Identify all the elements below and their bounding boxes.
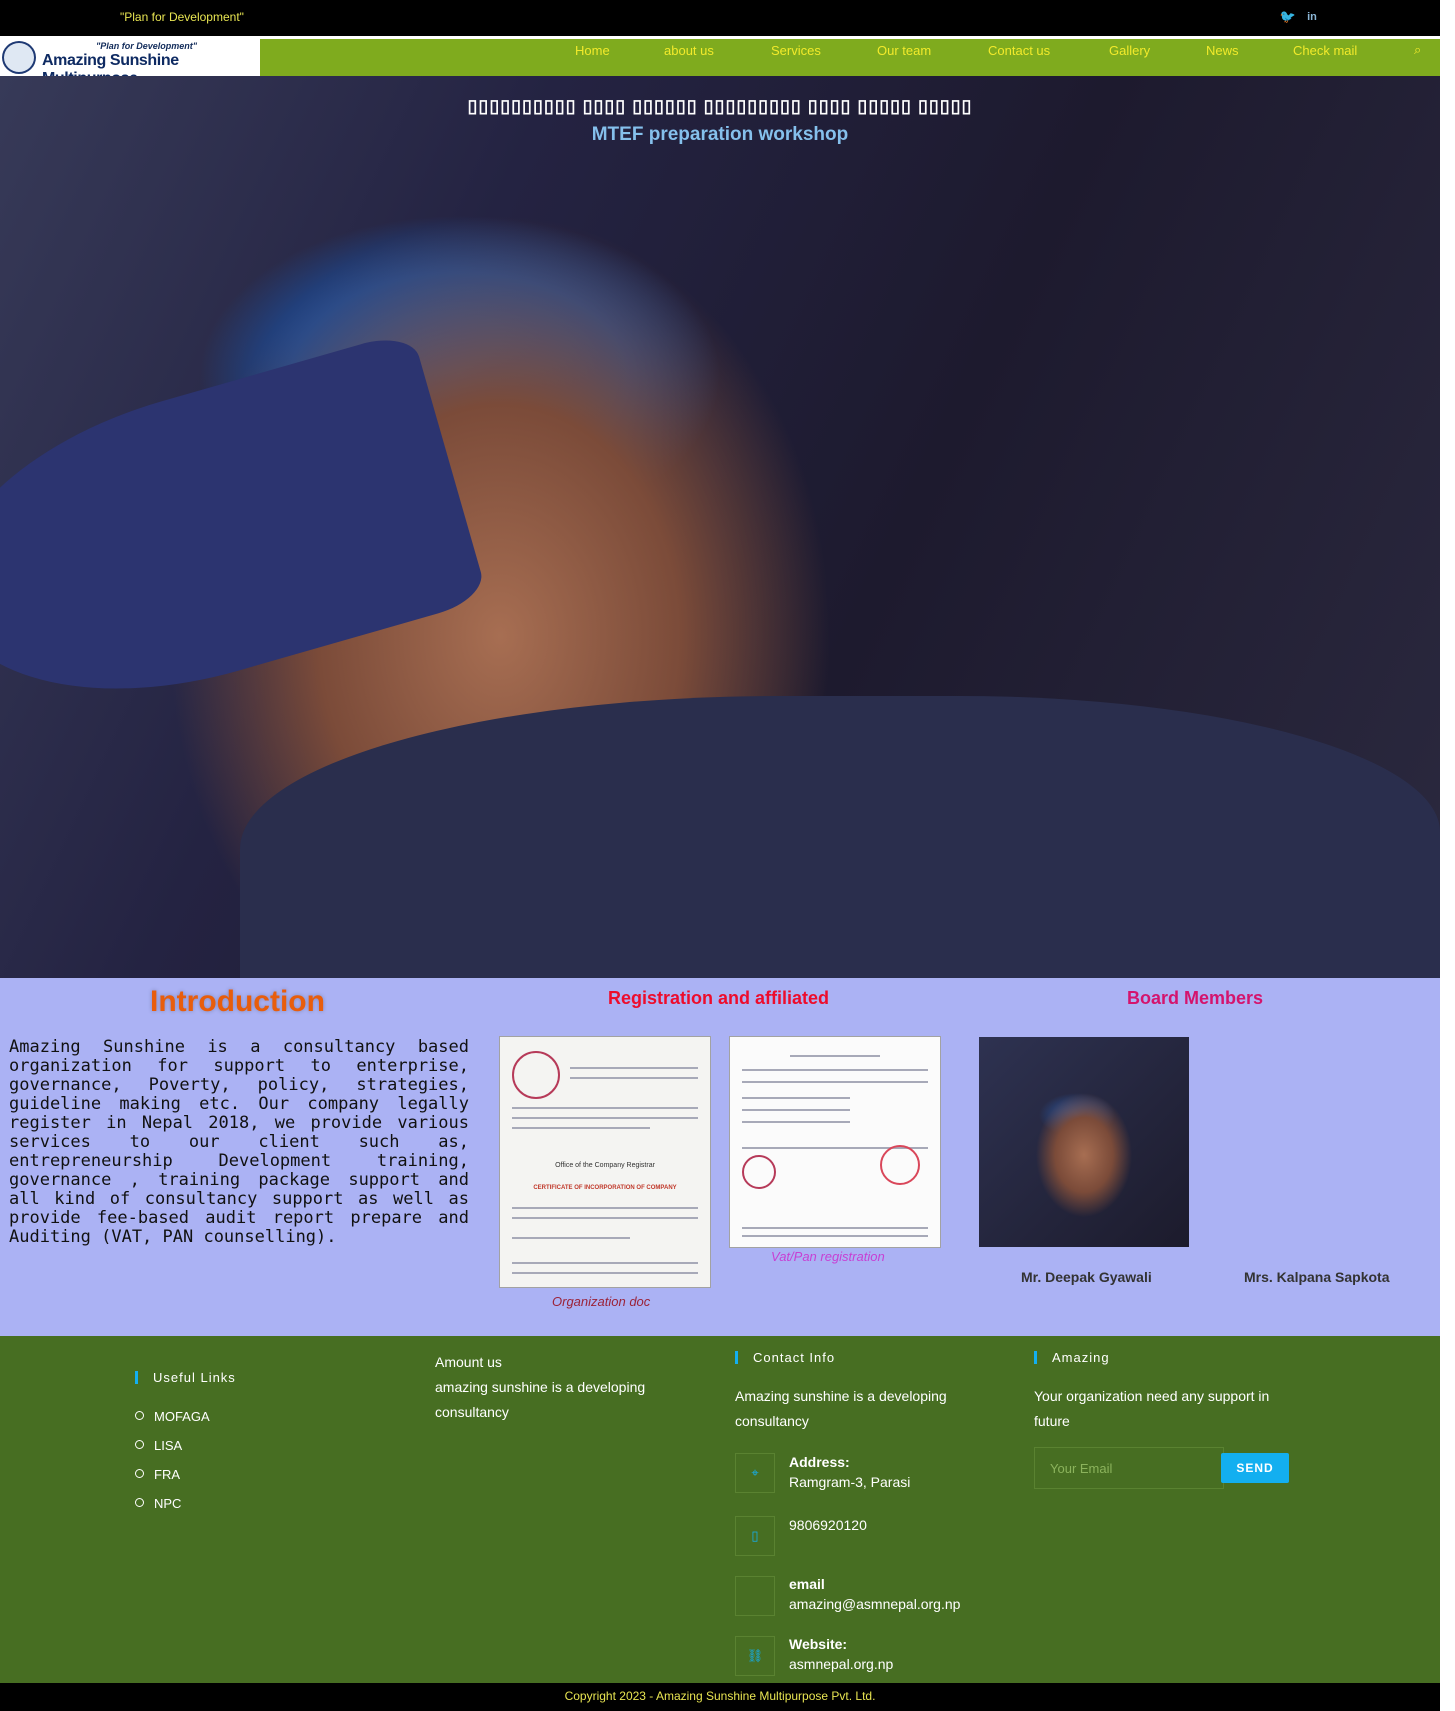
top-tagline: "Plan for Development" (120, 10, 244, 24)
doc-heading: Office of the Company Registrar (555, 1162, 655, 1169)
useful-links-title: Useful Links (135, 1370, 236, 1385)
linkedin-icon[interactable]: in (1303, 8, 1321, 26)
address-label: Address: (789, 1454, 850, 1470)
copyright: Copyright 2023 - Amazing Sunshine Multip… (0, 1683, 1440, 1711)
footer-link-mofaga[interactable]: MOFAGA (135, 1409, 210, 1424)
newsletter-text: Your organization need any support in fu… (1034, 1388, 1270, 1429)
organization-doc-image[interactable]: Office of the Company Registrar CERTIFIC… (499, 1036, 711, 1288)
nav-gallery[interactable]: Gallery (1109, 43, 1150, 58)
about-text: amazing sunshine is a developing consult… (435, 1379, 646, 1420)
footer: Useful Links MOFAGA LISA FRA NPC Amount … (0, 1336, 1440, 1683)
vat-pan-doc-image[interactable] (729, 1036, 941, 1248)
circle-bullet-icon (135, 1440, 144, 1449)
link-label: FRA (154, 1467, 180, 1482)
hero-airplane-image (0, 329, 489, 743)
link-icon: ⛓ (735, 1636, 775, 1676)
vat-pan-doc-caption: Vat/Pan registration (771, 1249, 885, 1264)
circle-bullet-icon (135, 1469, 144, 1478)
website-value[interactable]: asmnepal.org.np (789, 1656, 893, 1672)
hero-slider (0, 76, 1440, 978)
info-section: Introduction Amazing Sunshine is a consu… (0, 978, 1440, 1336)
email-label: email (789, 1576, 825, 1592)
seal-icon (512, 1051, 560, 1099)
board-members-title: Board Members (1127, 988, 1264, 1008)
top-bar: "Plan for Development" 🐦 in (0, 0, 1440, 36)
map-marker-icon: ⌖ (735, 1453, 775, 1493)
link-label: NPC (154, 1496, 182, 1511)
newsletter-send-button[interactable]: SEND (1221, 1453, 1289, 1483)
board-member-name-1: Mr. Deepak Gyawali (1021, 1269, 1152, 1285)
newsletter-email-input[interactable]: Your Email (1034, 1447, 1224, 1489)
footer-link-lisa[interactable]: LISA (135, 1438, 182, 1453)
board-member-photo[interactable] (979, 1037, 1189, 1247)
address-value: Ramgram-3, Parasi (789, 1474, 911, 1490)
phone-value[interactable]: 9806920120 (789, 1517, 867, 1533)
nav-news[interactable]: News (1206, 43, 1239, 58)
footer-link-fra[interactable]: FRA (135, 1467, 180, 1482)
main-navigation: "Plan for Development" Amazing Sunshine … (0, 39, 1440, 87)
hero-person-image (240, 696, 1440, 978)
site-logo[interactable]: "Plan for Development" Amazing Sunshine … (0, 39, 260, 87)
email-value[interactable]: amazing@asmnepal.org.np (789, 1596, 960, 1612)
link-label: MOFAGA (154, 1409, 210, 1424)
intro-text: Amazing Sunshine is a consultancy based … (9, 1037, 469, 1247)
about-title: Amount us (435, 1354, 502, 1370)
nav-services[interactable]: Services (771, 43, 821, 58)
logo-emblem-icon (2, 41, 36, 74)
intro-title: Introduction (150, 985, 325, 1018)
nav-our-team[interactable]: Our team (877, 43, 931, 58)
mobile-phone-icon: ▯ (735, 1516, 775, 1556)
nav-about-us[interactable]: about us (664, 43, 714, 58)
seal-icon (742, 1155, 776, 1189)
circle-bullet-icon (135, 1411, 144, 1420)
website-label: Website: (789, 1636, 848, 1652)
contact-info-title: Contact Info (735, 1350, 835, 1365)
hero-subtitle: MTEF preparation workshop (591, 124, 849, 145)
circle-bullet-icon (135, 1498, 144, 1507)
hero-title: ▯▯▯▯▯▯▯▯▯▯ ▯▯▯▯ ▯▯▯▯▯▯ ▯▯▯▯▯▯▯▯▯ ▯▯▯▯ ▯▯… (467, 96, 973, 116)
doc-subheading: CERTIFICATE OF INCORPORATION OF COMPANY (533, 1185, 677, 1191)
registration-title: Registration and affiliated (608, 988, 830, 1008)
nav-check-mail[interactable]: Check mail (1293, 43, 1357, 58)
link-label: LISA (154, 1438, 183, 1453)
logo-tagline: "Plan for Development" (96, 41, 198, 51)
contact-intro: Amazing sunshine is a developing consult… (735, 1388, 947, 1429)
newsletter-title: Amazing (1034, 1350, 1110, 1365)
twitter-icon[interactable]: 🐦 (1279, 8, 1297, 26)
envelope-icon (735, 1576, 775, 1616)
nav-home[interactable]: Home (575, 43, 610, 58)
footer-link-npc[interactable]: NPC (135, 1496, 181, 1511)
stamp-icon (880, 1145, 920, 1185)
search-icon[interactable]: ⌕ (1414, 42, 1421, 58)
board-member-name-2: Mrs. Kalpana Sapkota (1244, 1269, 1390, 1285)
nav-contact-us[interactable]: Contact us (988, 43, 1050, 58)
organization-doc-caption: Organization doc (552, 1294, 651, 1309)
